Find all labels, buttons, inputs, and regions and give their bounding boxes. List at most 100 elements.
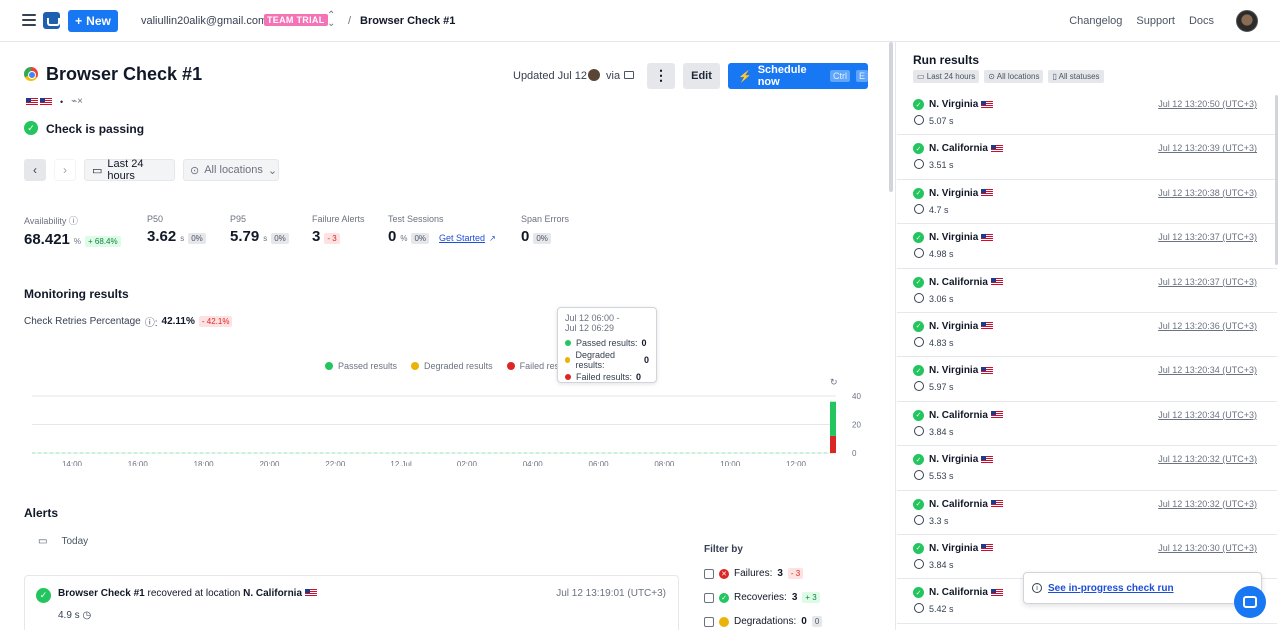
run-location: N. California <box>929 143 988 155</box>
docs-link[interactable]: Docs <box>1189 15 1214 27</box>
x-tick-label: 12 Jul <box>390 460 412 466</box>
run-location: N. Virginia <box>929 542 979 554</box>
chip-statuses[interactable]: ▯ All statuses <box>1048 70 1104 83</box>
us-flag-icon <box>981 322 994 331</box>
run-result-row[interactable]: ✓ N. Virginia Jul 12 13:20:37 (UTC+3) 4.98 … <box>897 224 1277 269</box>
run-result-row[interactable]: ✓ N. California Jul 12 13:20:37 (UTC+3) 3.0… <box>897 269 1277 313</box>
y-tick-label: 40 <box>852 392 861 401</box>
legend-passed[interactable]: Passed results <box>325 361 397 371</box>
x-tick-label: 12:00 <box>786 460 807 466</box>
x-tick-label: 20:00 <box>259 460 280 466</box>
monitoring-chart[interactable]: 14:00 16:00 18:00 20:00 22:00 12 Jul 02:00 04:0… <box>24 376 874 466</box>
stat-failure-alerts: Failure Alerts 3- 3 <box>312 214 365 245</box>
clock-icon <box>914 425 924 436</box>
new-button[interactable]: + New <box>68 10 118 32</box>
failure-icon: ✕ <box>719 568 729 579</box>
changelog-link[interactable]: Changelog <box>1069 15 1122 27</box>
run-time[interactable]: Jul 12 13:20:39 (UTC+3) <box>1158 143 1257 153</box>
run-time[interactable]: Jul 12 13:20:38 (UTC+3) <box>1158 188 1257 198</box>
clock-icon <box>914 381 924 392</box>
run-duration: 5.42 s <box>929 604 954 615</box>
run-result-row[interactable]: ✓ N. Virginia Jul 12 13:20:34 (UTC+3) 5.97 … <box>897 357 1277 402</box>
stat-span-errors: Span Errors 0 0% <box>521 214 570 245</box>
edit-button[interactable]: Edit <box>683 63 720 89</box>
legend-failed[interactable]: Failed resu <box>506 361 564 371</box>
run-time[interactable]: Jul 12 13:20:34 (UTC+3) <box>1158 365 1257 375</box>
info-icon[interactable]: ⓘ <box>69 216 78 226</box>
run-location: N. California <box>929 409 988 421</box>
run-result-row[interactable]: ✓ N. Virginia Jul 12 13:20:50 (UTC+3) 5.07 … <box>897 91 1277 136</box>
see-in-progress-link[interactable]: See in-progress check run <box>1048 583 1174 594</box>
filter-failures[interactable]: ✕ Failures: 3 - 3 <box>704 568 804 579</box>
passed-icon: ✓ <box>913 99 924 110</box>
x-tick-label: 14:00 <box>62 460 83 466</box>
run-result-row[interactable]: ✓ N. California Jul 12 13:20:32 (UTC+3) 3.3… <box>897 491 1277 535</box>
chip-time-range[interactable]: ▭ Last 24 hours <box>913 70 980 83</box>
previous-period-button[interactable]: ‹ <box>24 159 46 181</box>
stat-p95: P95 5.79 s 0% <box>230 214 289 245</box>
monitoring-results-title: Monitoring results <box>24 287 129 301</box>
support-link[interactable]: Support <box>1136 15 1175 27</box>
run-duration: 3.51 s <box>929 160 954 171</box>
check-detail-main: Browser Check #1 • ⌁× ✓ Check is passing… <box>0 42 893 630</box>
run-time[interactable]: Jul 12 13:20:37 (UTC+3) <box>1158 277 1257 287</box>
chat-support-button[interactable] <box>1234 586 1266 618</box>
run-time[interactable]: Jul 12 13:20:30 (UTC+3) <box>1158 543 1257 553</box>
info-icon[interactable]: ⓘ: <box>145 314 158 329</box>
us-flag-icon <box>990 588 1003 597</box>
check-status: Check is passing <box>46 122 145 136</box>
chat-icon <box>1243 596 1257 608</box>
more-options-button[interactable]: ⋮ <box>647 63 675 89</box>
get-started-link[interactable]: Get Started <box>439 233 485 243</box>
locations-selector[interactable]: ⊙ All locations ⌄ <box>183 159 279 181</box>
run-results-scrollbar[interactable] <box>1275 95 1278 265</box>
breadcrumb-current: Browser Check #1 <box>360 15 456 27</box>
reset-zoom-icon[interactable]: ↻ <box>830 377 838 387</box>
run-result-row[interactable]: ✓ N. Virginia Jul 12 13:20:38 (UTC+3) 4.7 s <box>897 180 1277 225</box>
user-avatar[interactable] <box>1236 10 1258 32</box>
schedule-now-button[interactable]: ⚡ Schedule now Ctrl E <box>728 63 868 89</box>
next-period-button[interactable]: › <box>54 159 76 181</box>
clock-icon <box>914 336 924 347</box>
run-time[interactable]: Jul 12 13:20:32 (UTC+3) <box>1158 499 1257 509</box>
run-time[interactable]: Jul 12 13:20:32 (UTC+3) <box>1158 454 1257 464</box>
checkbox[interactable] <box>704 592 714 603</box>
checkbox[interactable] <box>704 568 714 579</box>
passed-icon: ✓ <box>913 498 924 510</box>
run-result-row[interactable]: ✓ N. California Jul 12 13:20:34 (UTC+3) 3.8… <box>897 402 1277 447</box>
legend-degraded[interactable]: Degraded results <box>411 361 493 371</box>
plus-icon: + <box>75 14 83 28</box>
info-icon: i <box>1032 583 1042 593</box>
hamburger-menu-icon[interactable] <box>22 14 36 26</box>
checkly-logo[interactable] <box>43 12 60 29</box>
time-range-selector[interactable]: ▭ Last 24 hours <box>84 158 175 182</box>
run-time[interactable]: Jul 12 13:20:34 (UTC+3) <box>1158 410 1257 420</box>
checkbox[interactable] <box>704 616 714 627</box>
x-tick-label: 18:00 <box>194 460 215 466</box>
bar-passed-results[interactable] <box>830 401 836 436</box>
bar-failed-results[interactable] <box>830 435 836 453</box>
passed-icon: ✓ <box>913 587 924 599</box>
recovered-icon: ✓ <box>36 588 51 603</box>
run-time[interactable]: Jul 12 13:20:37 (UTC+3) <box>1158 232 1257 242</box>
run-result-row[interactable]: ✓ N. Virginia Jul 12 13:20:36 (UTC+3) 4.83 … <box>897 313 1277 358</box>
alert-item[interactable]: ✓ Browser Check #1 recovered at location… <box>24 575 679 630</box>
passing-check-icon: ✓ <box>24 121 38 135</box>
run-result-row[interactable]: ✓ N. Virginia Jul 12 13:20:32 (UTC+3) 5.53 … <box>897 446 1277 491</box>
run-result-row[interactable]: ✓ N. California Jul 12 13:20:39 (UTC+3) 3.5… <box>897 135 1277 180</box>
run-time[interactable]: Jul 12 13:20:36 (UTC+3) <box>1158 321 1257 331</box>
updater-avatar <box>588 69 600 81</box>
run-results-list: ✓ N. Virginia Jul 12 13:20:50 (UTC+3) 5.07 … <box>897 91 1277 624</box>
main-scrollbar[interactable] <box>889 42 893 192</box>
run-time[interactable]: Jul 12 13:20:50 (UTC+3) <box>1158 99 1257 109</box>
updated-text: Updated Jul 12 <box>513 70 587 82</box>
us-flag-icon <box>981 366 994 375</box>
ui-source-icon <box>624 71 634 79</box>
degradation-icon <box>719 616 729 627</box>
account-switch-icon[interactable]: ⌃ ⌄ <box>327 11 335 29</box>
us-flag-icon <box>26 97 38 106</box>
filter-degradations[interactable]: Degradations: 0 0 <box>704 616 823 627</box>
chip-locations[interactable]: ⊙ All locations <box>984 70 1044 83</box>
filter-recoveries[interactable]: ✓ Recoveries: 3 + 3 <box>704 592 820 603</box>
account-email[interactable]: valiullin20alik@gmail.com <box>141 15 267 27</box>
